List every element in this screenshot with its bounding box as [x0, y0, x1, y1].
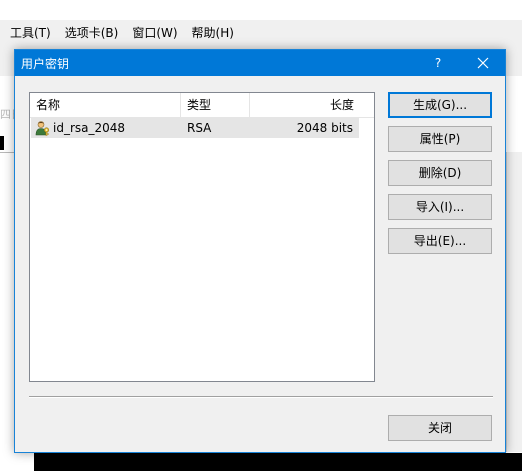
help-button[interactable]: ? — [424, 50, 452, 76]
key-user-icon — [35, 121, 50, 136]
menu-bar: 工具(T) 选项卡(B) 窗口(W) 帮助(H) — [0, 20, 522, 44]
menu-window[interactable]: 窗口(W) — [124, 24, 183, 41]
user-keys-dialog: 用户密钥 ? 名称 类型 长度 id_rsa_2048 RSA 2048 bit… — [14, 49, 506, 453]
background-window-top — [0, 0, 522, 20]
key-name: id_rsa_2048 — [53, 121, 126, 135]
close-button[interactable]: 关闭 — [388, 415, 492, 441]
background-scroll-strip — [506, 152, 522, 452]
column-header-type[interactable]: 类型 — [181, 93, 250, 117]
column-header-name[interactable]: 名称 — [30, 93, 181, 117]
background-marker — [0, 136, 4, 150]
key-type: RSA — [187, 121, 212, 135]
column-header-length[interactable]: 长度 — [250, 93, 360, 117]
properties-button[interactable]: 属性(P) — [388, 126, 492, 152]
close-icon — [477, 57, 489, 69]
menu-help[interactable]: 帮助(H) — [184, 24, 240, 41]
list-header: 名称 类型 长度 — [30, 93, 374, 118]
export-button[interactable]: 导出(E)... — [388, 228, 492, 254]
key-length: 2048 bits — [296, 121, 353, 135]
menu-tabs[interactable]: 选项卡(B) — [57, 24, 125, 41]
background-terminal-area — [34, 453, 522, 471]
dialog-title: 用户密钥 — [21, 57, 70, 71]
generate-button[interactable]: 生成(G)... — [388, 92, 492, 118]
dialog-title-bar[interactable]: 用户密钥 ? — [15, 50, 505, 76]
delete-button[interactable]: 删除(D) — [388, 160, 492, 186]
menu-tools[interactable]: 工具(T) — [0, 24, 57, 41]
key-list[interactable]: 名称 类型 长度 id_rsa_2048 RSA 2048 bits — [29, 92, 375, 382]
dialog-divider — [29, 396, 493, 398]
import-button[interactable]: 导入(I)... — [388, 194, 492, 220]
close-window-button[interactable] — [461, 50, 505, 76]
table-row[interactable]: id_rsa_2048 RSA 2048 bits — [31, 118, 359, 138]
